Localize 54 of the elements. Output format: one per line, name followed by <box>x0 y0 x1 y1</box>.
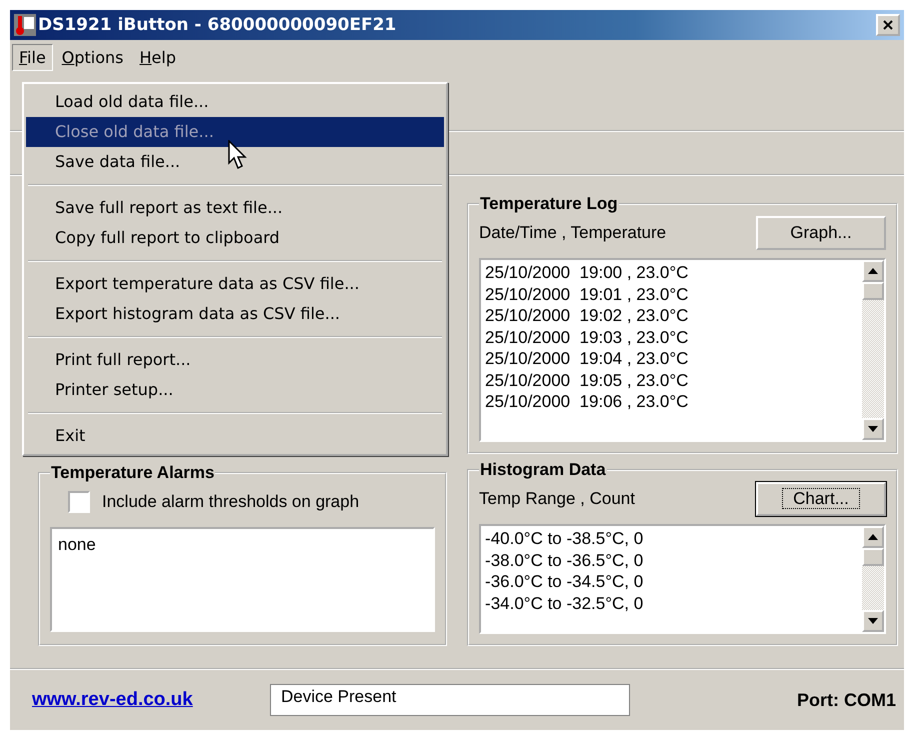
text-area[interactable]: none <box>50 527 436 632</box>
list-item[interactable]: -36.0°C to -34.5°C, 0 <box>485 571 858 592</box>
group-title: Temperature Alarms <box>50 463 216 483</box>
menu-item[interactable]: Help <box>132 44 183 70</box>
checkbox[interactable] <box>68 491 90 513</box>
text-area-value: none <box>58 535 96 554</box>
up-arrow-icon <box>868 268 878 274</box>
menu-item[interactable]: Export histogram data as CSV file... <box>26 299 444 329</box>
close-icon <box>883 20 893 30</box>
menu-item[interactable]: File <box>12 44 53 70</box>
menu-item[interactable]: Copy full report to clipboard <box>26 223 444 253</box>
scroll-up-button[interactable] <box>862 526 884 548</box>
scroll-thumb[interactable] <box>862 282 884 300</box>
menu-item[interactable]: Save data file... <box>26 147 444 177</box>
website-link[interactable]: www.rev-ed.co.uk <box>32 689 270 711</box>
scroll-down-button[interactable] <box>862 418 884 440</box>
pointer-icon <box>228 140 248 170</box>
list-item[interactable]: 25/10/2000 19:04 , 23.0°C <box>485 348 858 370</box>
list-item[interactable]: -40.0°C to -38.5°C, 0 <box>485 528 858 550</box>
down-arrow-icon <box>868 618 878 624</box>
window-title: DS1921 iButton - 680000000090EF21 <box>38 15 398 35</box>
group-title: Temperature Log <box>479 194 619 214</box>
list-box[interactable]: -40.0°C to -38.5°C, 0 -38.0°C to -36.5°C, 0 -36.0°C to -34.5°C, 0 -34.0°C to -32.5°C, 0 <box>479 524 886 634</box>
down-arrow-icon <box>868 426 878 432</box>
list-item[interactable]: -34.0°C to -32.5°C, 0 <box>485 592 858 614</box>
menu-item[interactable]: Load old data file... <box>26 87 444 117</box>
list-item[interactable]: 25/10/2000 19:03 , 23.0°C <box>485 326 858 348</box>
group-title: Histogram Data <box>479 460 607 480</box>
menu-item[interactable]: Printer setup... <box>26 375 444 405</box>
checkbox-label: Include alarm thresholds on graph <box>102 492 360 512</box>
list-item[interactable]: 25/10/2000 19:00 , 23.0°C <box>485 262 858 284</box>
port-label: Port: COM1 <box>797 690 896 710</box>
list-item[interactable]: 25/10/2000 19:06 , 23.0°C <box>485 391 858 412</box>
push-button[interactable]: Graph... <box>756 216 886 250</box>
up-arrow-icon <box>868 534 878 540</box>
menu-item[interactable]: Print full report... <box>26 345 444 375</box>
list-item[interactable]: 25/10/2000 19:01 , 23.0°C <box>485 284 858 305</box>
column-header: Temp Range , Count <box>479 489 635 509</box>
menu-item[interactable]: Options <box>54 44 131 70</box>
scroll-down-button[interactable] <box>862 610 884 632</box>
list-item[interactable]: -38.0°C to -36.5°C, 0 <box>485 550 858 571</box>
list-box[interactable]: 25/10/2000 19:00 , 23.0°C 25/10/2000 19:01 , 23.0°C 25/10/2000 19:02 , 23.0°C 25/10/2000 19:03 , 23.0°C 25/10/2000 19:04 , 23.0°C 25/10/2000 19:05 , 23.0°C 25/10/2000 19:06 , 23.0°C <box>479 258 886 442</box>
column-header: Date/Time , Temperature <box>479 223 666 243</box>
scroll-up-button[interactable] <box>862 260 884 282</box>
close-button[interactable] <box>876 14 900 36</box>
push-button[interactable]: Chart... <box>756 482 886 516</box>
menu-item[interactable]: Save full report as text file... <box>26 193 444 223</box>
list-item[interactable]: 25/10/2000 19:05 , 23.0°C <box>485 370 858 391</box>
thermometer-icon <box>14 14 36 36</box>
menu-item[interactable]: Exit <box>26 421 444 451</box>
menu-item[interactable]: Export temperature data as CSV file... <box>26 269 444 299</box>
status-text: Device Present <box>281 687 396 706</box>
scroll-thumb[interactable] <box>862 548 884 566</box>
list-item[interactable]: 25/10/2000 19:02 , 23.0°C <box>485 305 858 326</box>
